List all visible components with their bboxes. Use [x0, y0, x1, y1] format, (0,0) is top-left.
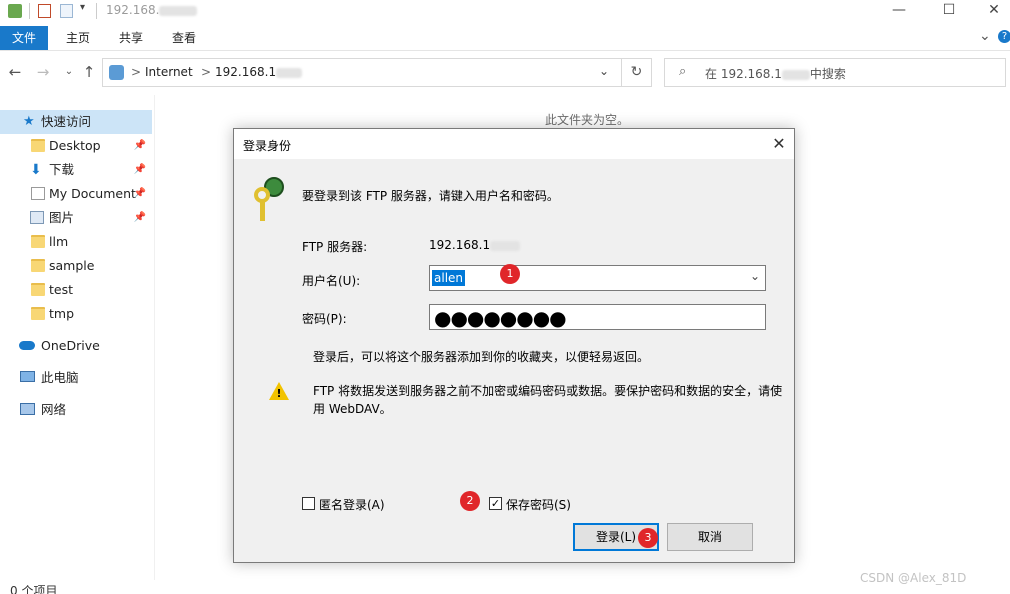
folder-icon — [31, 259, 45, 272]
dialog-intro: 要登录到该 FTP 服务器，请键入用户名和密码。 — [302, 189, 559, 203]
dialog-close-button[interactable]: ✕ — [764, 131, 794, 157]
minimize-button[interactable]: — — [877, 0, 921, 22]
sidebar-item-test[interactable]: test — [0, 278, 152, 302]
maximize-button[interactable]: ☐ — [927, 0, 971, 22]
server-label: FTP 服务器: — [302, 240, 368, 254]
warning-text-line2: 用 WebDAV。 — [313, 402, 392, 416]
network-icon — [20, 403, 35, 415]
pin-icon: 📌 — [133, 212, 146, 223]
properties-icon[interactable] — [38, 4, 51, 18]
anonymous-login-checkbox[interactable] — [302, 497, 315, 510]
login-dialog: 登录身份 ✕ 要登录到该 FTP 服务器，请键入用户名和密码。 FTP 服务器:… — [233, 128, 795, 563]
password-field[interactable]: ●●●●●●●● — [429, 304, 766, 330]
save-password-checkbox[interactable]: ✓ — [489, 497, 502, 510]
sidebar-item-my-document[interactable]: My Document 📌 — [0, 182, 152, 206]
download-icon: ⬇ — [30, 162, 42, 178]
new-folder-icon[interactable] — [60, 4, 73, 18]
close-button[interactable]: ✕ — [972, 0, 1010, 22]
password-label: 密码(P): — [302, 312, 347, 326]
sidebar-item-desktop[interactable]: Desktop 📌 — [0, 134, 152, 158]
empty-folder-message: 此文件夹为空。 — [545, 113, 630, 127]
username-combobox[interactable]: allen ⌄ — [429, 265, 766, 291]
forward-icon[interactable]: → — [34, 62, 52, 82]
tab-file[interactable]: 文件 — [0, 26, 48, 50]
sidebar-item-sample[interactable]: sample — [0, 254, 152, 278]
up-icon[interactable]: ↑ — [80, 62, 98, 82]
sidebar-item-this-pc[interactable]: 此电脑 — [0, 366, 152, 390]
tab-share[interactable]: 共享 — [119, 26, 143, 50]
folder-icon — [31, 307, 45, 320]
tab-home[interactable]: 主页 — [66, 26, 90, 50]
favorites-info: 登录后，可以将这个服务器添加到你的收藏夹，以便轻易返回。 — [313, 350, 650, 364]
window-title: 192.168. — [106, 3, 198, 17]
sidebar-item-onedrive[interactable]: OneDrive — [0, 334, 152, 358]
folder-icon — [31, 139, 45, 152]
address-segment-ip[interactable]: 192.168.1 — [215, 65, 303, 79]
folder-icon — [31, 235, 45, 248]
watermark: CSDN @Alex_81D — [860, 571, 967, 585]
refresh-icon[interactable]: ↻ — [622, 58, 652, 87]
address-bar[interactable]: > Internet > 192.168.1 ⌄ — [102, 58, 622, 87]
cancel-button[interactable]: 取消 — [667, 523, 753, 551]
star-icon: ★ — [23, 114, 35, 129]
save-password-label[interactable]: 保存密码(S) — [506, 496, 571, 513]
dialog-title-bar: 登录身份 ✕ — [234, 129, 794, 159]
sidebar-item-tmp[interactable]: tmp — [0, 302, 152, 326]
quick-access-dropdown-icon[interactable]: ▾ — [80, 2, 85, 13]
pin-icon: 📌 — [133, 188, 146, 199]
step-badge-1: 1 — [500, 264, 520, 284]
anonymous-login-label[interactable]: 匿名登录(A) — [319, 496, 385, 513]
redacted-region — [159, 5, 198, 16]
sidebar-item-downloads[interactable]: ⬇ 下载 📌 — [0, 158, 152, 182]
password-value: ●●●●●●●● — [434, 306, 567, 330]
app-icon — [8, 4, 22, 18]
step-badge-2: 2 — [460, 491, 480, 511]
search-placeholder: 在 192.168.1 中搜索 — [705, 67, 846, 81]
username-label: 用户名(U): — [302, 274, 361, 288]
pin-icon: 📌 — [133, 164, 146, 175]
title-bar: ▾ 192.168. — ☐ ✕ — [0, 0, 1010, 22]
sidebar-item-network[interactable]: 网络 — [0, 398, 152, 422]
search-input[interactable]: ⌕ 在 192.168.1 中搜索 — [664, 58, 1006, 87]
document-icon — [31, 187, 45, 200]
help-icon[interactable]: ? — [998, 30, 1010, 43]
status-item-count: 0 个项目 — [10, 584, 58, 594]
dialog-title: 登录身份 — [243, 139, 292, 153]
server-value: 192.168.1 — [429, 238, 521, 252]
ribbon-collapse-icon[interactable]: ⌄ — [979, 28, 991, 44]
warning-text-line1: FTP 将数据发送到服务器之前不加密或编码密码或数据。要保护密码和数据的安全，请… — [313, 384, 783, 398]
recent-locations-icon[interactable]: ⌄ — [60, 62, 78, 82]
pin-icon: 📌 — [133, 140, 146, 151]
address-segment-internet[interactable]: Internet — [145, 65, 193, 79]
search-icon: ⌕ — [679, 64, 687, 79]
sidebar-item-pictures[interactable]: 图片 📌 — [0, 206, 152, 230]
internet-icon — [109, 65, 124, 80]
address-dropdown-icon[interactable]: ⌄ — [599, 64, 609, 78]
folder-icon — [31, 283, 45, 296]
back-icon[interactable]: ← — [6, 62, 24, 82]
cloud-icon — [19, 341, 35, 350]
step-badge-3: 3 — [638, 528, 658, 548]
chevron-down-icon[interactable]: ⌄ — [750, 269, 760, 283]
sidebar-item-llm[interactable]: llm — [0, 230, 152, 254]
sidebar-item-quick-access[interactable]: ★ 快速访问 — [0, 110, 152, 134]
pictures-icon — [30, 211, 44, 224]
ftp-key-icon — [252, 177, 286, 223]
tab-view[interactable]: 查看 — [172, 26, 196, 50]
username-value: allen — [432, 270, 466, 286]
ribbon-tabs — [0, 26, 1010, 50]
computer-icon — [20, 371, 35, 382]
